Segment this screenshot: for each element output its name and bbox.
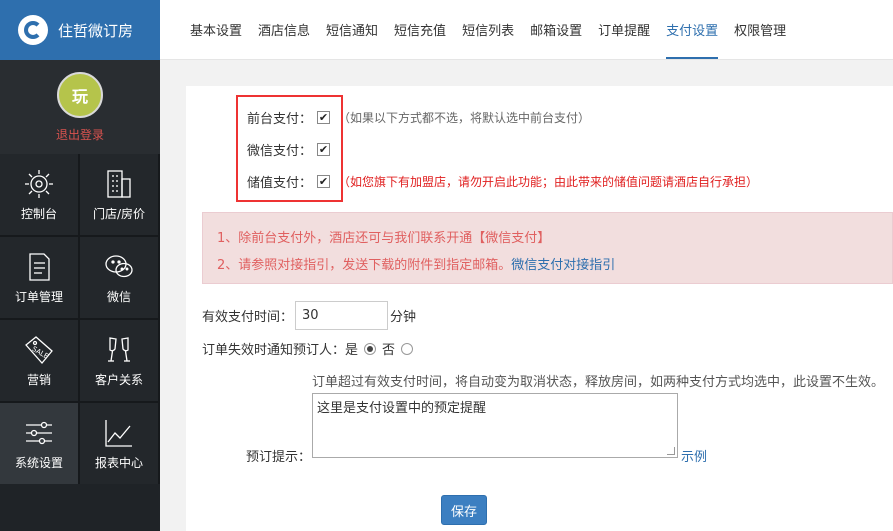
save-button[interactable]: 保存: [441, 495, 487, 525]
timeout-note: 订单超过有效支付时间，将自动变为取消状态，释放房间，如两种支付方式均选中，此设置…: [312, 375, 885, 390]
tab-sms-recharge[interactable]: 短信充值: [394, 0, 446, 59]
wechat-pay-row: 微信支付： ✔: [247, 140, 331, 159]
line-chart-icon: [105, 420, 132, 447]
sidebar-item-label: 微信: [106, 290, 131, 304]
sidebar-menu: 控制台 门店/房价 订单管理 微信 SALE 营销 客户关系 系统设置 报表中心: [0, 154, 160, 484]
booking-tip-textarea[interactable]: 这里是支付设置中的预定提醒: [312, 393, 678, 458]
tab-email-settings[interactable]: 邮箱设置: [530, 0, 582, 59]
tab-order-reminder[interactable]: 订单提醒: [598, 0, 650, 59]
sidebar-item-reports[interactable]: 报表中心: [80, 403, 158, 484]
sale-tag-icon: SALE: [25, 336, 53, 364]
sliders-icon: [26, 421, 52, 445]
alert-line-2: 2、请参照对接指引，发送下载的附件到指定邮箱。微信支付对接指引: [217, 252, 892, 279]
notify-yes-radio[interactable]: [364, 342, 377, 355]
stored-value-pay-hint: （如您旗下有加盟店，请勿开启此功能；由此带来的储值问题请酒店自行承担）: [338, 175, 759, 189]
sidebar-item-dashboard[interactable]: 控制台: [0, 154, 78, 235]
sidebar-item-label: 系统设置: [14, 456, 63, 470]
sidebar-item-customers[interactable]: 客户关系: [80, 320, 158, 401]
wechat-icon: [105, 255, 133, 278]
sidebar-item-label: 营销: [26, 373, 51, 387]
booking-tip-label: 预订提示：: [246, 450, 312, 465]
tab-sms-list[interactable]: 短信列表: [462, 0, 514, 59]
notify-no-label: 否: [382, 343, 396, 358]
glasses-cheers-icon: [108, 337, 130, 362]
document-icon: [29, 253, 50, 281]
notify-on-expire-row: 订单失效时通知预订人： 是 否: [202, 339, 419, 358]
tab-basic-settings[interactable]: 基本设置: [190, 0, 242, 59]
payment-timeout-label: 有效支付时间：: [202, 310, 294, 325]
tab-payment-settings[interactable]: 支付设置: [666, 0, 719, 59]
notify-on-expire-label: 订单失效时通知预订人：: [202, 343, 346, 358]
sidebar-item-label: 客户关系: [94, 373, 143, 387]
building-icon: [107, 170, 131, 198]
alert-line-1: 1、除前台支付外，酒店还可与我们联系开通【微信支付】: [217, 231, 551, 246]
brand-logo-icon: [18, 15, 48, 45]
sidebar-item-label: 订单管理: [14, 290, 63, 304]
sidebar-item-stores[interactable]: 门店/房价: [80, 154, 158, 235]
payment-timeout-input[interactable]: 30: [295, 301, 389, 330]
example-link[interactable]: 示例: [681, 446, 707, 465]
logout-link[interactable]: 退出登录: [56, 126, 104, 143]
wechat-pay-label: 微信支付：: [247, 144, 313, 159]
front-desk-pay-checkbox[interactable]: ✔: [317, 111, 331, 124]
alert-line-2-text: 2、请参照对接指引，发送下载的附件到指定邮箱。: [217, 258, 512, 273]
payment-timeout-unit: 分钟: [390, 310, 417, 325]
avatar[interactable]: 玩: [57, 71, 103, 118]
stored-value-pay-label: 储值支付：: [247, 176, 313, 191]
sidebar-item-label: 门店/房价: [92, 207, 146, 221]
resize-grip-icon[interactable]: [667, 447, 675, 455]
stored-value-pay-row: 储值支付： ✔ （如您旗下有加盟店，请勿开启此功能；由此带来的储值问题请酒店自行…: [247, 172, 758, 191]
notify-yes-label: 是: [345, 343, 359, 358]
sidebar-item-wechat[interactable]: 微信: [80, 237, 158, 318]
wechat-pay-checkbox[interactable]: ✔: [317, 143, 331, 156]
wechat-pay-guide-link[interactable]: 微信支付对接指引: [511, 258, 615, 273]
payment-timeout-row: 有效支付时间： 30 分钟: [202, 301, 416, 330]
tab-hotel-info[interactable]: 酒店信息: [258, 0, 310, 59]
front-desk-pay-hint: （如果以下方式都不选，将默认选中前台支付）: [338, 111, 591, 125]
sidebar-item-settings[interactable]: 系统设置: [0, 403, 78, 484]
booking-tip-text: 这里是支付设置中的预定提醒: [317, 401, 487, 416]
profile-panel: 玩 退出登录: [0, 60, 160, 154]
tab-sms-notify[interactable]: 短信通知: [326, 0, 378, 59]
sidebar-item-marketing[interactable]: SALE 营销: [0, 320, 78, 401]
top-tabs: 基本设置 酒店信息 短信通知 短信充值 短信列表 邮箱设置 订单提醒 支付设置 …: [160, 0, 893, 60]
sidebar: 住哲微订房 玩 退出登录 控制台 门店/房价 订单管理 微信 SALE 营销 客…: [0, 0, 160, 531]
notify-no-radio[interactable]: [401, 342, 414, 355]
payment-settings-panel: 前台支付： ✔ （如果以下方式都不选，将默认选中前台支付） 微信支付： ✔ 储值…: [186, 86, 893, 531]
sidebar-item-orders[interactable]: 订单管理: [0, 237, 78, 318]
sidebar-item-label: 控制台: [20, 207, 57, 221]
stored-value-pay-checkbox[interactable]: ✔: [317, 175, 331, 188]
dashboard-icon: [25, 170, 53, 198]
brand-header[interactable]: 住哲微订房: [0, 0, 160, 60]
front-desk-pay-label: 前台支付：: [247, 112, 313, 127]
front-desk-pay-row: 前台支付： ✔ （如果以下方式都不选，将默认选中前台支付）: [247, 108, 590, 127]
info-alert: 1、除前台支付外，酒店还可与我们联系开通【微信支付】 2、请参照对接指引，发送下…: [202, 212, 893, 284]
sidebar-item-label: 报表中心: [94, 456, 143, 470]
brand-name: 住哲微订房: [58, 21, 134, 40]
tab-permissions[interactable]: 权限管理: [734, 0, 786, 59]
